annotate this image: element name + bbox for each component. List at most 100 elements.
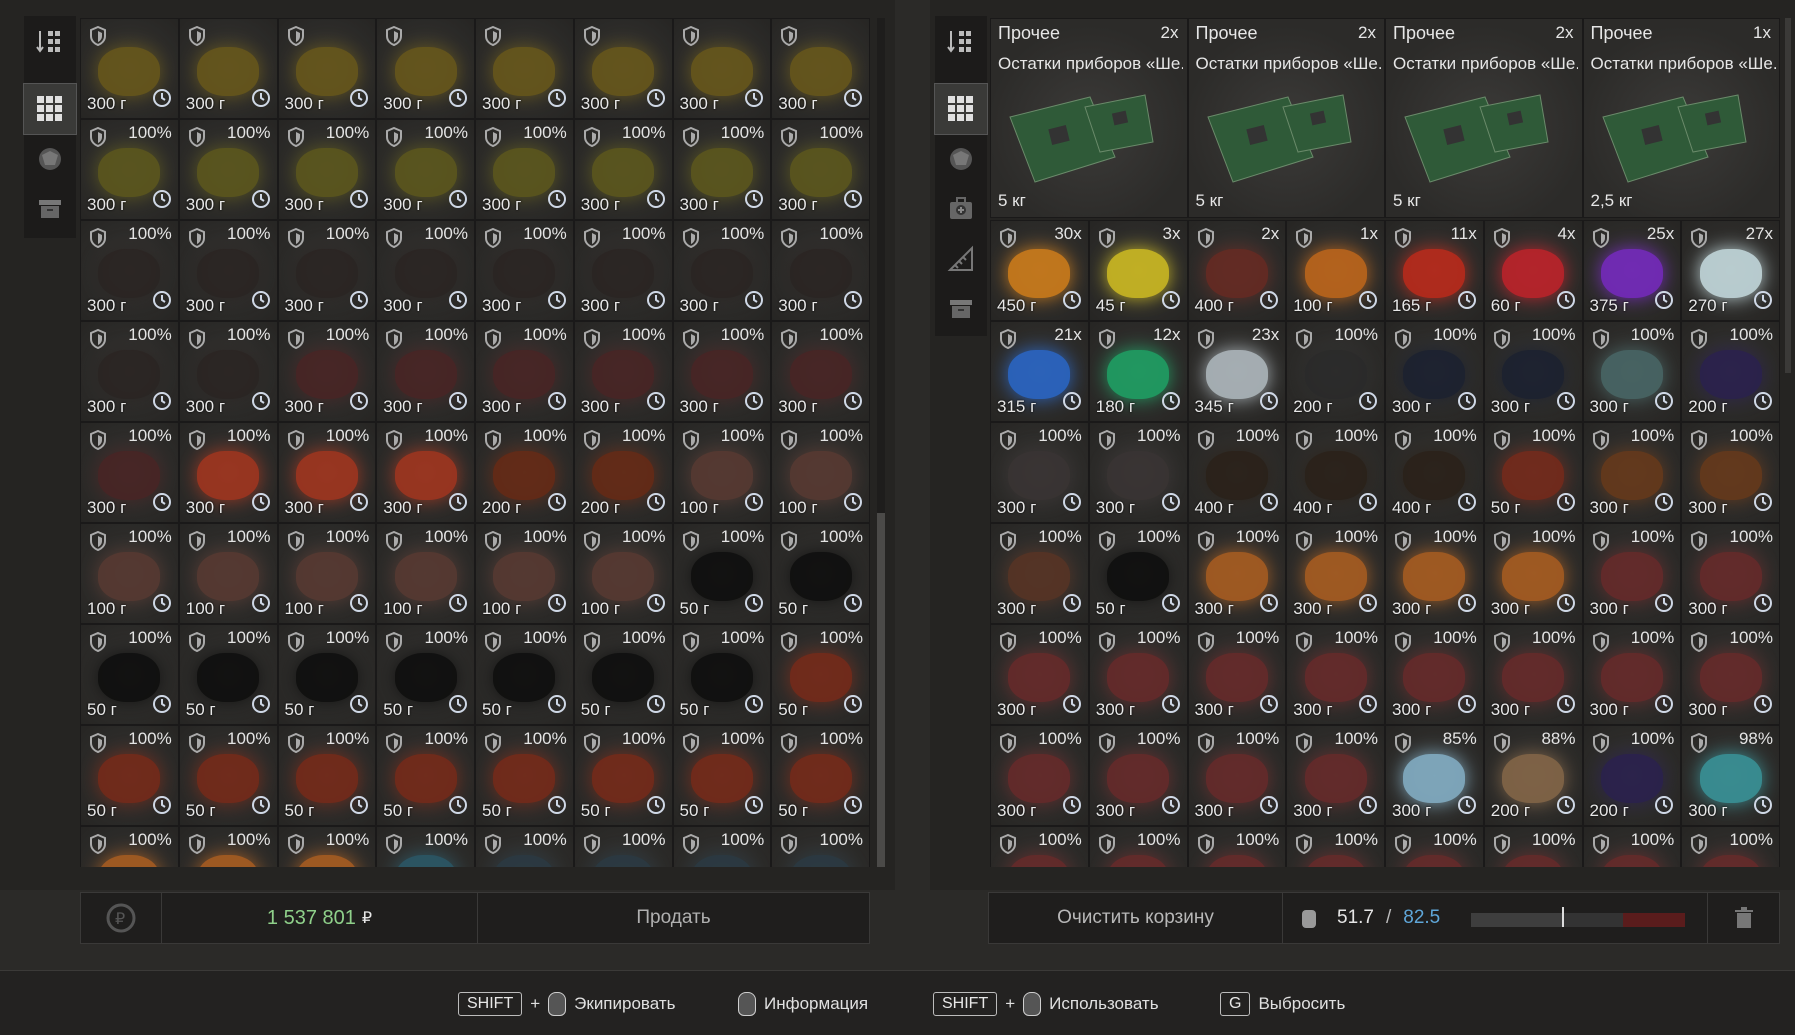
inventory-slot[interactable]: 100%300 г	[80, 119, 179, 220]
inventory-slot[interactable]: 100%	[1187, 826, 1287, 867]
inventory-slot[interactable]: 100%300 г	[178, 220, 278, 321]
inventory-slot[interactable]: 100%300 г	[1286, 725, 1385, 826]
inventory-slot[interactable]: 100%300 г	[672, 119, 772, 220]
grid-tab[interactable]	[23, 83, 77, 135]
inventory-slot[interactable]: 100%100 г	[771, 422, 870, 523]
inventory-slot[interactable]: 100%300 г	[80, 220, 179, 321]
inventory-slot[interactable]: 3x 45 г	[1088, 220, 1188, 321]
inventory-slot[interactable]: 12x 180 г	[1088, 321, 1188, 422]
inventory-slot[interactable]: 100%300 г	[1582, 422, 1682, 523]
inventory-slot[interactable]: 100%300 г	[990, 422, 1089, 523]
inventory-slot[interactable]: 100%300 г	[1385, 321, 1484, 422]
inventory-slot[interactable]: 100%300 г	[376, 119, 475, 220]
inventory-slot[interactable]: 100%100 г	[277, 523, 377, 624]
inventory-slot[interactable]: 100%300 г	[1088, 725, 1188, 826]
inventory-slot[interactable]: 100% 400 г	[1385, 422, 1484, 523]
inventory-slot[interactable]: 100%300 г	[80, 826, 179, 867]
artifact-tab[interactable]	[24, 134, 76, 184]
inventory-slot[interactable]: 100% 200 г	[1286, 321, 1385, 422]
cart-scrollbar[interactable]	[1785, 18, 1791, 373]
inventory-slot[interactable]: 100% 50 г	[672, 725, 772, 826]
grid-tab[interactable]	[934, 83, 988, 135]
inventory-slot[interactable]: 100% 50 г	[376, 624, 475, 725]
inventory-slot[interactable]: 100%300 г	[1088, 624, 1188, 725]
inventory-slot[interactable]: 100% 50 г	[573, 725, 673, 826]
inventory-slot[interactable]: 100%300 г	[1681, 624, 1780, 725]
inventory-slot[interactable]: 100%300 г	[1582, 624, 1682, 725]
inventory-slot[interactable]: 100%300 г	[1582, 523, 1682, 624]
inventory-slot[interactable]: 25x 375 г	[1582, 220, 1682, 321]
inventory-slot[interactable]: 100% 400 г	[1187, 422, 1287, 523]
inventory-slot[interactable]: 100% 50 г	[771, 725, 870, 826]
inventory-slot[interactable]: 100%300 г	[771, 321, 870, 422]
inventory-slot[interactable]: 100%300 г	[573, 220, 673, 321]
inventory-slot[interactable]: 100%300 г	[1483, 321, 1583, 422]
inventory-slot[interactable]: 100%300 г	[990, 725, 1089, 826]
storage-tab[interactable]	[24, 184, 76, 234]
inventory-slot[interactable]: 100% 50 г	[672, 523, 772, 624]
inventory-slot[interactable]: 98% 300 г	[1681, 725, 1780, 826]
inventory-slot[interactable]: 100%300 г	[1681, 523, 1780, 624]
inventory-slot[interactable]: 100%100 г	[672, 422, 772, 523]
inventory-slot[interactable]: 100% 50 г	[475, 624, 574, 725]
inventory-slot[interactable]: 100%	[1088, 826, 1188, 867]
inventory-slot[interactable]: 100%300 г	[277, 119, 377, 220]
inventory-slot[interactable]: 100%	[1681, 826, 1780, 867]
inventory-slot[interactable]: 100% 50 г	[672, 624, 772, 725]
inventory-slot[interactable]: 100% 200 г	[573, 422, 673, 523]
inventory-slot[interactable]: 100%100 г	[376, 826, 475, 867]
inventory-slot[interactable]: 100%300 г	[1681, 422, 1780, 523]
medkit-tab[interactable]	[935, 184, 987, 234]
inventory-slot[interactable]: 100% 200 г	[1582, 725, 1682, 826]
inventory-slot[interactable]: 100%300 г	[475, 119, 574, 220]
inventory-slot[interactable]: 100%300 г	[1187, 624, 1287, 725]
large-item-slot[interactable]: Прочее 2x Остатки приборов «Ше.. 5 кг	[1385, 18, 1583, 218]
inventory-slot[interactable]: 100%300 г	[475, 826, 574, 867]
clear-cart-button[interactable]: Очистить корзину	[988, 892, 1283, 944]
inventory-slot[interactable]: 100%300 г	[573, 321, 673, 422]
inventory-slot[interactable]: 100% 50 г	[80, 624, 179, 725]
large-item-slot[interactable]: Прочее 2x Остатки приборов «Ше.. 5 кг	[990, 18, 1188, 218]
inventory-scrollbar[interactable]	[877, 18, 885, 867]
sort-tab[interactable]	[935, 16, 987, 66]
inventory-slot[interactable]: 85% 300 г	[1385, 725, 1484, 826]
currency-button[interactable]: ₽	[80, 892, 162, 944]
inventory-slot[interactable]: 100%300 г	[178, 422, 278, 523]
sort-tab[interactable]	[24, 16, 76, 66]
inventory-slot[interactable]: 100%100 г	[80, 523, 179, 624]
inventory-slot[interactable]: 100% 200 г	[1681, 321, 1780, 422]
inventory-slot[interactable]: 100%300 г	[573, 826, 673, 867]
storage-tab[interactable]	[935, 284, 987, 334]
inventory-slot[interactable]: 100% 200 г	[475, 422, 574, 523]
inventory-slot[interactable]: 100%300 г	[1582, 321, 1682, 422]
inventory-slot[interactable]: 100% 50 г	[1088, 523, 1188, 624]
inventory-slot[interactable]: 100%300 г	[990, 523, 1089, 624]
inventory-slot[interactable]: 100%300 г	[573, 119, 673, 220]
inventory-slot[interactable]: 100% 50 г	[178, 725, 278, 826]
inventory-scrollbar-thumb[interactable]	[877, 513, 885, 867]
inventory-slot[interactable]: 100%300 г	[178, 321, 278, 422]
inventory-slot[interactable]: 4x 60 г	[1483, 220, 1583, 321]
inventory-slot[interactable]: 100% 50 г	[475, 725, 574, 826]
inventory-slot[interactable]: 300 г	[376, 18, 475, 119]
inventory-slot[interactable]: 100% 50 г	[573, 624, 673, 725]
inventory-slot[interactable]: 2x 400 г	[1187, 220, 1287, 321]
inventory-slot[interactable]: 100%300 г	[475, 321, 574, 422]
inventory-slot[interactable]: 100%300 г	[178, 119, 278, 220]
inventory-slot[interactable]: 100%300 г	[277, 422, 377, 523]
inventory-slot[interactable]: 100% 400 г	[1286, 422, 1385, 523]
inventory-slot[interactable]: 100%300 г	[178, 826, 278, 867]
tools-tab[interactable]	[935, 234, 987, 284]
inventory-slot[interactable]: 100% 50 г	[771, 624, 870, 725]
inventory-slot[interactable]: 100%300 г	[277, 321, 377, 422]
inventory-slot[interactable]: 100%	[990, 826, 1089, 867]
inventory-slot[interactable]: 100%300 г	[1286, 523, 1385, 624]
inventory-slot[interactable]: 21x 315 г	[990, 321, 1089, 422]
inventory-slot[interactable]: 100%300 г	[80, 321, 179, 422]
inventory-slot[interactable]: 100% 50 г	[178, 624, 278, 725]
inventory-slot[interactable]: 100%300 г	[1286, 624, 1385, 725]
inventory-slot[interactable]: 100%	[1286, 826, 1385, 867]
inventory-slot[interactable]: 100%300 г	[1187, 523, 1287, 624]
inventory-slot[interactable]: 300 г	[672, 18, 772, 119]
inventory-slot[interactable]: 300 г	[277, 18, 377, 119]
